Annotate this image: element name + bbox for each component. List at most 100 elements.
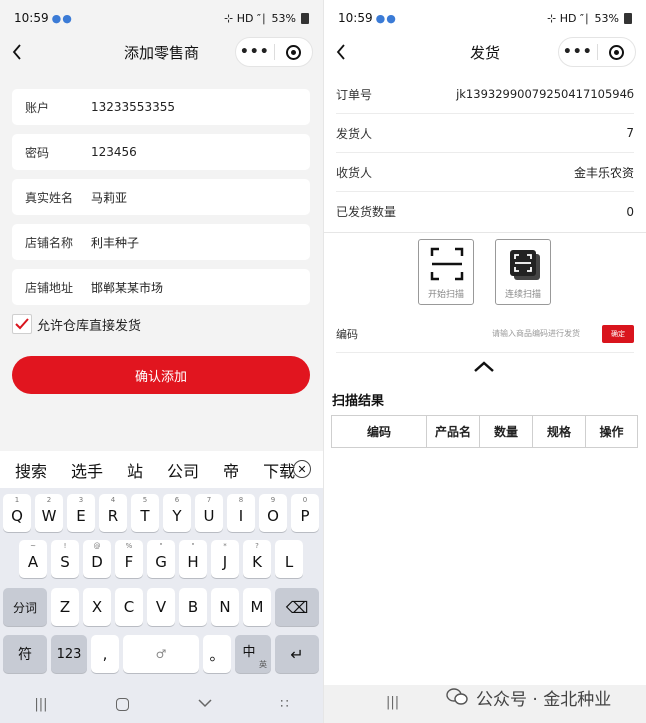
battery-icon xyxy=(301,12,309,24)
real-name-field[interactable]: 真实姓名 马莉亚 xyxy=(12,179,310,215)
key-label: E xyxy=(76,507,86,525)
allow-direct-ship-option[interactable]: 允许仓库直接发货 xyxy=(12,314,141,334)
nav-bar: 添加零售商 ••• xyxy=(0,36,323,68)
confirm-add-button[interactable]: 确认添加 xyxy=(12,356,310,394)
symbols-key[interactable]: 符 xyxy=(3,635,47,673)
key-f[interactable]: % F xyxy=(115,540,143,578)
key-a[interactable]: ~ A xyxy=(19,540,47,578)
start-scan-button[interactable]: 开始扫描 xyxy=(418,239,474,305)
password-value[interactable]: 123456 xyxy=(91,145,137,159)
code-label: 编码 xyxy=(336,327,358,341)
key-q[interactable]: 1Q xyxy=(3,494,31,532)
numbers-key[interactable]: 123 xyxy=(51,635,87,673)
key-label: I xyxy=(238,507,244,525)
suggestion-item[interactable]: 搜索 xyxy=(15,458,47,482)
key-h[interactable]: " H xyxy=(179,540,207,578)
key-p[interactable]: 0P xyxy=(291,494,319,532)
key-o[interactable]: 9O xyxy=(259,494,287,532)
suggestion-item[interactable]: 帝 xyxy=(223,458,239,482)
signal-icons: ⊹ HD ″∣ xyxy=(546,11,590,25)
key-hint: 7 xyxy=(206,496,212,504)
add-retailer-screen: 10:59 ●● ⊹ HD ″∣ 53% 添加零售商 ••• 账户 132335… xyxy=(0,0,323,723)
code-input[interactable] xyxy=(460,329,580,338)
key-m[interactable]: M xyxy=(243,588,271,626)
account-value[interactable]: 13233553355 xyxy=(91,100,175,114)
key-s[interactable]: ! S xyxy=(51,540,79,578)
shipped-quantity-label: 已发货数量 xyxy=(336,205,397,219)
column-header-spec: 规格 xyxy=(533,416,586,447)
key-e[interactable]: 3E xyxy=(67,494,95,532)
password-field[interactable]: 密码 123456 xyxy=(12,134,310,170)
hide-keyboard-icon[interactable] xyxy=(198,697,212,712)
key-b[interactable]: B xyxy=(179,588,207,626)
suggestion-item[interactable]: 下载 xyxy=(263,458,295,482)
more-icon[interactable]: ••• xyxy=(236,44,274,60)
key-l[interactable]: L xyxy=(275,540,303,578)
key-w[interactable]: 2W xyxy=(35,494,63,532)
order-number-label: 订单号 xyxy=(336,87,373,102)
key-hint: ! xyxy=(63,542,67,550)
back-icon[interactable] xyxy=(12,36,28,68)
receiver-label: 收货人 xyxy=(336,165,373,180)
status-time: 10:59 xyxy=(14,11,49,25)
battery-icon xyxy=(624,12,632,24)
period-key[interactable]: 。 xyxy=(203,635,231,673)
key-label: K xyxy=(252,553,262,571)
mic-icon: ♂ xyxy=(155,647,167,661)
collapse-chevron-icon[interactable] xyxy=(472,360,496,374)
suggestion-item[interactable]: 公司 xyxy=(167,458,199,482)
column-header-product-name: 产品名 xyxy=(427,416,480,447)
close-miniprogram-button[interactable] xyxy=(274,44,312,60)
key-k[interactable]: ? K xyxy=(243,540,271,578)
key-c[interactable]: C xyxy=(115,588,143,626)
account-field[interactable]: 账户 13233553355 xyxy=(12,89,310,125)
shop-name-field[interactable]: 店铺名称 利丰种子 xyxy=(12,224,310,260)
key-segment[interactable]: 分词 xyxy=(3,588,47,626)
comma-key[interactable]: , xyxy=(91,635,119,673)
enter-key[interactable]: ↵ xyxy=(275,635,319,673)
real-name-value[interactable]: 马莉亚 xyxy=(91,189,127,206)
key-y[interactable]: 6Y xyxy=(163,494,191,532)
key-n[interactable]: N xyxy=(211,588,239,626)
code-confirm-button[interactable]: 确定 xyxy=(602,324,634,343)
shipper-row: 发货人 7 xyxy=(336,114,634,153)
key-x[interactable]: X xyxy=(83,588,111,626)
key-label: J xyxy=(222,553,228,571)
backspace-key[interactable]: ⌫ xyxy=(275,588,319,626)
home-icon[interactable] xyxy=(116,697,130,711)
close-suggestions-icon[interactable]: ✕ xyxy=(293,460,311,478)
section-divider xyxy=(324,232,646,233)
scan-icon xyxy=(430,247,464,281)
suggestion-item[interactable]: 站 xyxy=(127,458,143,482)
system-nav-bar: ||| ∷ xyxy=(0,685,323,723)
key-hint: 8 xyxy=(238,496,244,504)
key-z[interactable]: Z xyxy=(51,588,79,626)
continuous-scan-button[interactable]: 连续扫描 xyxy=(495,239,551,305)
shipped-quantity-value: 0 xyxy=(626,204,634,219)
code-input-row: 编码 确定 xyxy=(336,315,634,353)
close-miniprogram-button[interactable] xyxy=(597,44,635,60)
allow-direct-ship-checkbox[interactable] xyxy=(12,314,32,334)
key-hint: 2 xyxy=(46,496,52,504)
recent-apps-icon[interactable]: ||| xyxy=(34,697,47,712)
key-r[interactable]: 4R xyxy=(99,494,127,532)
key-d[interactable]: @ D xyxy=(83,540,111,578)
recent-apps-icon[interactable]: ||| xyxy=(386,695,399,710)
key-g[interactable]: " G xyxy=(147,540,175,578)
suggestion-item[interactable]: 选手 xyxy=(71,458,103,482)
back-icon[interactable] xyxy=(336,36,352,68)
key-j[interactable]: * J xyxy=(211,540,239,578)
key-v[interactable]: V xyxy=(147,588,175,626)
shop-address-value[interactable]: 邯郸某某市场 xyxy=(91,279,163,296)
key-u[interactable]: 7U xyxy=(195,494,223,532)
shop-address-field[interactable]: 店铺地址 邯郸某某市场 xyxy=(12,269,310,305)
key-t[interactable]: 5T xyxy=(131,494,159,532)
shop-name-value[interactable]: 利丰种子 xyxy=(91,234,139,251)
keyboard-switch-icon[interactable]: ∷ xyxy=(280,697,288,712)
page-title: 发货 xyxy=(469,43,500,62)
more-icon[interactable]: ••• xyxy=(559,44,597,60)
continuous-scan-label: 连续扫描 xyxy=(504,290,541,300)
space-key[interactable]: ♂ xyxy=(123,635,199,673)
key-i[interactable]: 8I xyxy=(227,494,255,532)
language-switch-key[interactable]: 中 英 xyxy=(235,635,271,673)
